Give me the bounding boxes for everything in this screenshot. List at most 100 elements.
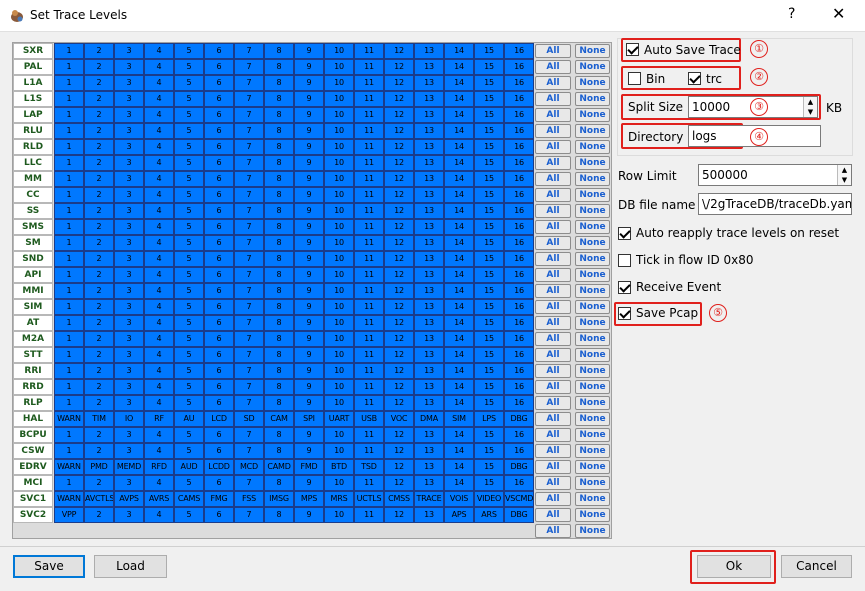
level-cell[interactable]: 9 [294, 443, 324, 459]
level-cell[interactable]: 13 [414, 267, 444, 283]
level-cell[interactable]: 7 [234, 75, 264, 91]
spin-up-icon[interactable]: ▲ [838, 165, 851, 175]
level-cell[interactable]: 6 [204, 267, 234, 283]
level-cell[interactable]: 1 [54, 219, 84, 235]
level-cell[interactable]: 2 [84, 347, 114, 363]
level-cell[interactable]: 15 [474, 171, 504, 187]
level-cell[interactable]: AUD [174, 459, 204, 475]
level-cell[interactable]: 4 [144, 251, 174, 267]
level-cell[interactable]: 9 [294, 427, 324, 443]
level-cell[interactable]: 15 [474, 43, 504, 59]
level-cell[interactable]: 8 [264, 267, 294, 283]
level-cell[interactable]: 14 [444, 363, 474, 379]
level-cell[interactable]: 16 [504, 235, 534, 251]
level-cell[interactable]: 13 [414, 379, 444, 395]
level-cell[interactable]: 4 [144, 91, 174, 107]
level-cell[interactable]: 6 [204, 155, 234, 171]
level-cell[interactable]: VSCMD [504, 491, 534, 507]
level-cell[interactable]: 11 [354, 363, 384, 379]
level-cell[interactable]: 3 [114, 43, 144, 59]
level-cell[interactable]: 7 [234, 59, 264, 75]
level-cell[interactable]: 2 [84, 331, 114, 347]
level-cell[interactable]: 8 [264, 171, 294, 187]
all-button[interactable]: All [535, 268, 571, 282]
level-cell[interactable]: 14 [444, 107, 474, 123]
level-cell[interactable]: 2 [84, 427, 114, 443]
level-cell[interactable]: 4 [144, 283, 174, 299]
level-cell[interactable]: 3 [114, 379, 144, 395]
level-cell[interactable]: 6 [204, 43, 234, 59]
level-cell[interactable]: LCDD [204, 459, 234, 475]
level-cell[interactable]: 14 [444, 123, 474, 139]
level-cell[interactable]: CMSS [384, 491, 414, 507]
level-cell[interactable]: 5 [174, 283, 204, 299]
level-cell[interactable]: 6 [204, 123, 234, 139]
level-cell[interactable]: 13 [414, 363, 444, 379]
level-cell[interactable]: 7 [234, 219, 264, 235]
level-cell[interactable]: 9 [294, 283, 324, 299]
level-cell[interactable]: 12 [384, 59, 414, 75]
level-cell[interactable]: AU [174, 411, 204, 427]
none-button[interactable]: None [575, 188, 610, 202]
level-cell[interactable]: 1 [54, 235, 84, 251]
none-button[interactable]: None [575, 508, 610, 522]
level-cell[interactable]: 8 [264, 203, 294, 219]
level-cell[interactable]: 11 [354, 203, 384, 219]
all-button[interactable]: All [535, 124, 571, 138]
level-cell[interactable]: 4 [144, 139, 174, 155]
level-cell[interactable]: 16 [504, 299, 534, 315]
level-cell[interactable]: 15 [474, 299, 504, 315]
level-cell[interactable]: 10 [324, 43, 354, 59]
level-cell[interactable]: 2 [84, 171, 114, 187]
none-button[interactable]: None [575, 300, 610, 314]
level-cell[interactable]: 16 [504, 187, 534, 203]
level-cell[interactable]: 14 [444, 235, 474, 251]
level-cell[interactable]: FMG [204, 491, 234, 507]
level-cell[interactable]: 13 [414, 395, 444, 411]
level-cell[interactable]: 1 [54, 171, 84, 187]
level-cell[interactable]: 13 [414, 187, 444, 203]
level-cell[interactable]: 9 [294, 235, 324, 251]
level-cell[interactable]: 6 [204, 507, 234, 523]
level-cell[interactable]: 16 [504, 395, 534, 411]
level-cell[interactable]: 5 [174, 507, 204, 523]
all-button[interactable]: All [535, 396, 571, 410]
level-cell[interactable]: 1 [54, 331, 84, 347]
level-cell[interactable]: 1 [54, 123, 84, 139]
level-cell[interactable]: 12 [384, 315, 414, 331]
level-cell[interactable]: 6 [204, 91, 234, 107]
level-cell[interactable]: 4 [144, 219, 174, 235]
level-cell[interactable]: 13 [414, 507, 444, 523]
all-button[interactable]: All [535, 524, 571, 538]
level-cell[interactable]: 5 [174, 155, 204, 171]
level-cell[interactable]: 1 [54, 203, 84, 219]
level-cell[interactable]: 5 [174, 187, 204, 203]
level-cell[interactable]: CAMD [264, 459, 294, 475]
level-cell[interactable]: 7 [234, 395, 264, 411]
level-cell[interactable]: 11 [354, 443, 384, 459]
level-cell[interactable]: 9 [294, 395, 324, 411]
level-cell[interactable]: 15 [474, 59, 504, 75]
row-limit-spinner[interactable]: ▲ ▼ [837, 165, 851, 185]
none-button[interactable]: None [575, 60, 610, 74]
spin-down-icon[interactable]: ▼ [804, 107, 817, 117]
level-cell[interactable]: 8 [264, 315, 294, 331]
level-cell[interactable]: 2 [84, 507, 114, 523]
level-cell[interactable]: 16 [504, 219, 534, 235]
level-cell[interactable]: 15 [474, 235, 504, 251]
all-button[interactable]: All [535, 492, 571, 506]
level-cell[interactable]: 2 [84, 123, 114, 139]
level-cell[interactable]: 6 [204, 299, 234, 315]
level-cell[interactable]: 9 [294, 203, 324, 219]
level-cell[interactable]: VOC [384, 411, 414, 427]
level-cell[interactable]: 12 [384, 379, 414, 395]
level-cell[interactable]: USB [354, 411, 384, 427]
level-cell[interactable]: 11 [354, 123, 384, 139]
level-cell[interactable]: 16 [504, 283, 534, 299]
level-cell[interactable]: 2 [84, 91, 114, 107]
level-cell[interactable]: 13 [414, 219, 444, 235]
level-cell[interactable]: 1 [54, 75, 84, 91]
level-cell[interactable]: 10 [324, 267, 354, 283]
level-cell[interactable]: 3 [114, 427, 144, 443]
level-cell[interactable]: 16 [504, 91, 534, 107]
